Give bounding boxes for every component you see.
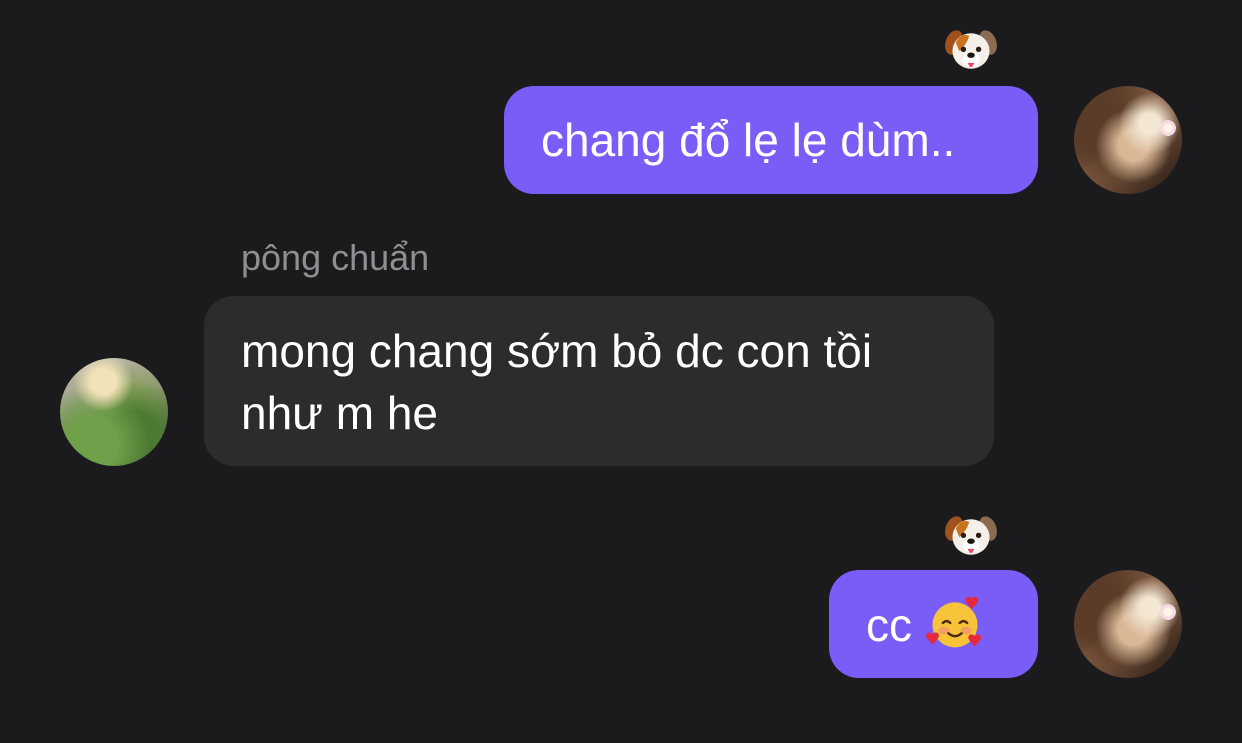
message-row-outgoing-2: cc xyxy=(0,500,1242,700)
message-row-outgoing-1: chang đổ lẹ lẹ dùm.. xyxy=(0,0,1242,210)
flower-icon xyxy=(1160,120,1176,136)
message-text: cc xyxy=(866,599,912,651)
message-row-incoming-1: pông chuẩn mong chang sớm bỏ dc con tồi … xyxy=(0,230,1242,480)
message-text: chang đổ lẹ lẹ dùm.. xyxy=(541,114,956,166)
user-avatar-pong-chuan[interactable] xyxy=(60,358,168,466)
message-bubble[interactable]: mong chang sớm bỏ dc con tồi như m he xyxy=(204,296,994,466)
message-bubble[interactable]: chang đổ lẹ lẹ dùm.. xyxy=(504,86,1038,194)
sender-name: pông chuẩn xyxy=(241,237,430,278)
dog-face-reaction-icon[interactable] xyxy=(944,510,998,564)
user-avatar-self[interactable] xyxy=(1074,570,1182,678)
smiling-face-with-hearts-icon xyxy=(924,595,983,649)
flower-icon xyxy=(1160,604,1176,620)
user-avatar-self[interactable] xyxy=(1074,86,1182,194)
message-text: mong chang sớm bỏ dc con tồi như m he xyxy=(241,325,873,439)
dog-face-reaction-icon[interactable] xyxy=(944,24,998,78)
message-bubble[interactable]: cc xyxy=(829,570,1038,678)
